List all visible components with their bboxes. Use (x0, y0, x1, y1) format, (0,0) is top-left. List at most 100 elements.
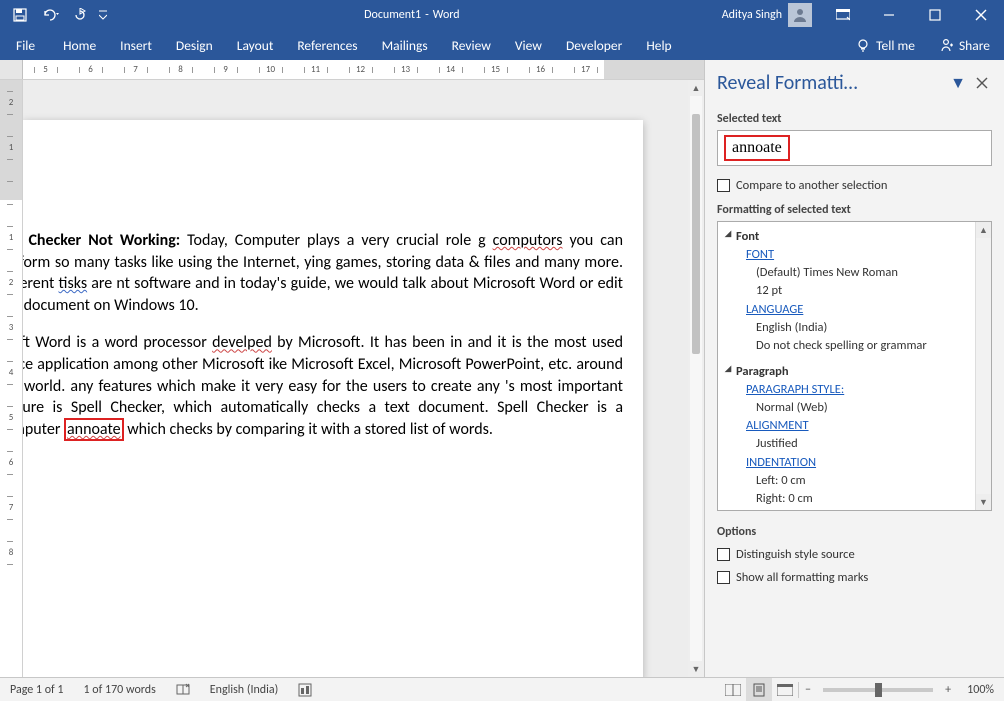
checkbox-icon[interactable] (717, 571, 730, 584)
language-status[interactable]: English (India) (200, 678, 288, 701)
show-formatting-marks-label: Show all formatting marks (736, 570, 868, 585)
font-link[interactable]: FONT (746, 246, 969, 264)
language-link[interactable]: LANGUAGE (746, 301, 969, 319)
tab-file[interactable]: File (4, 30, 47, 60)
avatar-icon (788, 3, 812, 27)
paragraph-style-link[interactable]: PARAGRAPH STYLE: (746, 381, 969, 399)
font-group[interactable]: Font (736, 228, 969, 246)
macro-status[interactable] (288, 678, 322, 701)
spell-check-status[interactable] (166, 678, 200, 701)
spacing-link[interactable]: SPACING (746, 508, 969, 510)
status-bar: Page 1 of 1 1 of 170 words English (Indi… (0, 677, 1004, 701)
app-name: Word (433, 8, 460, 22)
tab-review[interactable]: Review (440, 30, 503, 60)
paragraph-style-value: Normal (Web) (756, 399, 969, 417)
book-icon (176, 683, 190, 697)
quick-access-toolbar (0, 1, 110, 29)
print-layout-button[interactable] (746, 678, 772, 701)
scroll-thumb[interactable] (692, 114, 700, 354)
tab-developer[interactable]: Developer (554, 30, 634, 60)
selected-text-label: Selected text (705, 106, 1004, 130)
word-count-status[interactable]: 1 of 170 words (74, 678, 166, 701)
scroll-down-arrow-icon[interactable]: ▼ (688, 661, 704, 677)
title-bar: Document1 - Word Aditya Singh (0, 0, 1004, 30)
maximize-button[interactable] (912, 0, 958, 30)
tab-insert[interactable]: Insert (108, 30, 164, 60)
tell-me-label: Tell me (876, 37, 915, 54)
page-number-status[interactable]: Page 1 of 1 (0, 678, 74, 701)
alignment-value: Justified (756, 435, 969, 453)
document-page[interactable]: pell Checker Not Working: Today, Compute… (23, 120, 643, 677)
share-label: Share (959, 37, 990, 54)
indent-right-value: Right: 0 cm (756, 490, 969, 508)
close-button[interactable] (958, 0, 1004, 30)
distinguish-style-label: Distinguish style source (736, 547, 855, 562)
language-value: English (India) (756, 319, 969, 337)
document-name: Document1 (364, 8, 421, 22)
pane-menu-chevron-icon[interactable]: ▼ (944, 74, 972, 93)
tab-design[interactable]: Design (164, 30, 225, 60)
compare-label: Compare to another selection (736, 178, 887, 193)
font-size-value: 12 pt (756, 282, 969, 300)
paragraph-2[interactable]: osoft Word is a word processor develped … (23, 332, 623, 440)
user-name: Aditya Singh (722, 8, 782, 22)
undo-button[interactable] (36, 1, 64, 29)
formatting-tree: Font FONT (Default) Times New Roman 12 p… (717, 221, 992, 511)
zoom-in-button[interactable]: + (939, 683, 957, 697)
selected-word[interactable]: annoate (64, 418, 124, 441)
zoom-slider[interactable] (823, 688, 933, 692)
minimize-button[interactable] (866, 0, 912, 30)
selected-text-value: annoate (724, 135, 790, 161)
alignment-link[interactable]: ALIGNMENT (746, 417, 969, 435)
tab-mailings[interactable]: Mailings (370, 30, 440, 60)
indent-left-value: Left: 0 cm (756, 472, 969, 490)
options-label: Options (705, 519, 1004, 543)
zoom-out-button[interactable]: − (799, 683, 817, 697)
distinguish-style-row[interactable]: Distinguish style source (705, 543, 1004, 566)
tab-layout[interactable]: Layout (225, 30, 286, 60)
pane-close-button[interactable] (972, 73, 992, 93)
reveal-formatting-pane: Reveal Formatti… ▼ Selected text annoate… (704, 60, 1004, 677)
qat-customize-button[interactable] (96, 1, 110, 29)
tree-scroll-down-icon[interactable]: ▼ (976, 494, 991, 510)
save-button[interactable] (6, 1, 34, 29)
zoom-slider-thumb[interactable] (875, 683, 882, 697)
page-canvas: pell Checker Not Working: Today, Compute… (23, 80, 704, 677)
scroll-up-arrow-icon[interactable]: ▲ (688, 80, 704, 96)
vertical-ruler[interactable]: 2112345678 (0, 80, 23, 677)
zoom-level[interactable]: 100% (957, 678, 1004, 701)
indentation-link[interactable]: INDENTATION (746, 454, 969, 472)
tab-help[interactable]: Help (634, 30, 683, 60)
user-account[interactable]: Aditya Singh (714, 3, 820, 27)
paragraph-1[interactable]: pell Checker Not Working: Today, Compute… (23, 230, 623, 316)
ruler-corner (0, 60, 23, 80)
share-button[interactable]: Share (929, 30, 1000, 60)
tree-scrollbar[interactable]: ▲ ▼ (975, 222, 991, 510)
paragraph-group[interactable]: Paragraph (736, 363, 969, 381)
ribbon-tabs: File Home Insert Design Layout Reference… (0, 30, 1004, 60)
selected-text-box[interactable]: annoate (717, 130, 992, 166)
window-title: Document1 - Word (110, 8, 714, 22)
share-icon (939, 38, 953, 52)
font-family-value: (Default) Times New Roman (756, 264, 969, 282)
tell-me-button[interactable]: Tell me (846, 30, 925, 60)
vertical-scrollbar[interactable]: ▲ ▼ (688, 80, 704, 677)
tab-view[interactable]: View (503, 30, 554, 60)
tree-scroll-up-icon[interactable]: ▲ (976, 222, 991, 238)
ribbon-display-options-button[interactable] (820, 0, 866, 30)
show-formatting-marks-row[interactable]: Show all formatting marks (705, 566, 1004, 589)
checkbox-icon[interactable] (717, 179, 730, 192)
document-area: 567891011121314151617 2112345678 pell Ch… (0, 60, 704, 677)
tab-references[interactable]: References (285, 30, 369, 60)
proofing-value: Do not check spelling or grammar (756, 337, 969, 355)
web-layout-button[interactable] (772, 678, 798, 701)
compare-checkbox-row[interactable]: Compare to another selection (705, 174, 1004, 197)
pane-title: Reveal Formatti… (717, 71, 944, 95)
read-mode-button[interactable] (720, 678, 746, 701)
horizontal-ruler[interactable]: 567891011121314151617 (0, 60, 704, 80)
lightbulb-icon (856, 38, 870, 52)
formatting-label: Formatting of selected text (705, 197, 1004, 221)
redo-button[interactable] (66, 1, 94, 29)
tab-home[interactable]: Home (51, 30, 108, 60)
checkbox-icon[interactable] (717, 548, 730, 561)
